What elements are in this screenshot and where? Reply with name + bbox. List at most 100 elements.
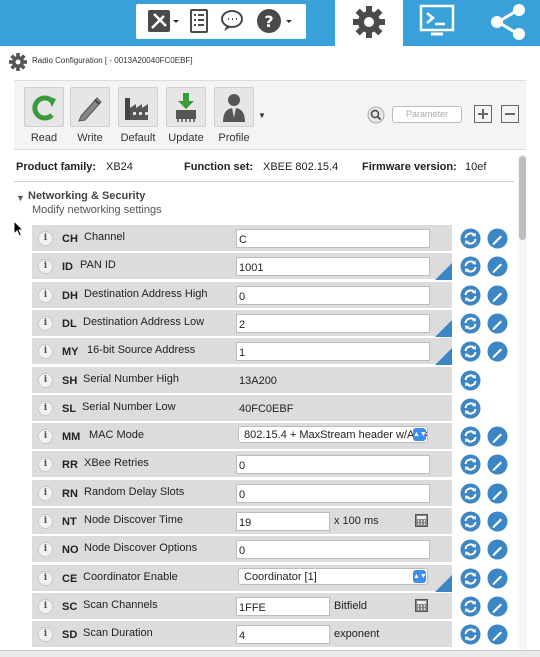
write-param-icon[interactable] — [487, 454, 508, 475]
write-param-icon[interactable] — [487, 624, 508, 645]
download-chip-icon — [166, 87, 206, 127]
param-row-no: i NO Node Discover Options 0 — [32, 536, 512, 564]
collapse-arrow-icon[interactable]: ▼ — [16, 193, 25, 203]
param-value-input[interactable]: 2 — [236, 313, 430, 333]
param-name-label: Node Discover Options — [84, 542, 198, 555]
param-name-label: Channel — [84, 231, 125, 243]
write-param-icon[interactable] — [487, 539, 508, 560]
firmware-version-label: Firmware version: — [362, 161, 457, 173]
param-row-rn: i RN Random Delay Slots 0 — [32, 479, 512, 507]
calculator-icon[interactable] — [415, 598, 428, 612]
list-document-icon[interactable] — [188, 8, 212, 35]
collapse-all-icon[interactable] — [501, 105, 519, 123]
read-param-icon[interactable] — [460, 313, 481, 334]
tab-network[interactable] — [470, 0, 540, 46]
param-unit-label: x 100 ms — [334, 515, 379, 527]
tools-menu-group: ? — [136, 4, 306, 39]
write-param-icon[interactable] — [487, 483, 508, 504]
section-networking-security[interactable]: ▼ Networking & Security Modify networkin… — [14, 190, 504, 220]
select-selected-value: 802.15.4 + MaxStream header w/ACKS [0] — [244, 429, 427, 442]
search-icon[interactable] — [367, 106, 385, 124]
write-button[interactable]: Write — [70, 87, 110, 147]
read-param-icon[interactable] — [460, 624, 481, 645]
info-icon[interactable]: i — [38, 429, 53, 445]
write-param-icon[interactable] — [487, 285, 508, 306]
calculator-icon[interactable] — [415, 514, 428, 527]
scrollbar-thumb[interactable] — [519, 156, 526, 240]
info-icon[interactable]: i — [38, 287, 53, 303]
write-param-icon[interactable] — [487, 568, 508, 589]
expand-all-icon[interactable] — [474, 105, 492, 123]
at-command-code: CE — [62, 572, 78, 585]
param-row-ce: i CE Coordinator Enable Coordinator [1] ▲▼ — [32, 564, 512, 592]
info-icon[interactable]: i — [38, 315, 53, 331]
write-param-icon[interactable] — [487, 426, 508, 447]
read-param-icon[interactable] — [460, 370, 481, 391]
param-name-label: Destination Address High — [84, 287, 208, 300]
chat-icon[interactable] — [220, 8, 250, 35]
read-param-icon[interactable] — [460, 398, 481, 419]
help-icon[interactable]: ? — [256, 8, 296, 35]
tools-icon[interactable] — [146, 8, 180, 35]
read-param-icon[interactable] — [460, 256, 481, 277]
read-param-icon[interactable] — [460, 511, 481, 532]
read-param-icon[interactable] — [460, 483, 481, 504]
param-name-label: Serial Number High — [83, 372, 179, 385]
info-icon[interactable]: i — [38, 372, 53, 388]
tab-consoles[interactable] — [404, 0, 470, 46]
param-value-input[interactable]: 4 — [236, 625, 330, 645]
write-param-icon[interactable] — [487, 228, 508, 249]
function-set-label: Function set: — [184, 161, 254, 173]
param-value-input[interactable]: 19 — [236, 512, 330, 531]
param-name-label: Scan Duration — [83, 627, 153, 640]
select-arrows-icon[interactable]: ▲▼ — [413, 428, 427, 442]
param-value-input[interactable]: 0 — [236, 455, 430, 475]
read-param-icon[interactable] — [460, 426, 481, 447]
param-name-label: PAN ID — [80, 259, 116, 272]
at-command-code: SL — [62, 402, 77, 415]
param-row-id: i ID PAN ID 1001 — [32, 253, 512, 281]
info-icon[interactable]: i — [38, 485, 53, 501]
read-param-icon[interactable] — [460, 568, 481, 589]
param-value-input[interactable]: 0 — [236, 540, 430, 560]
param-value-input[interactable]: 1 — [236, 342, 430, 362]
info-icon[interactable]: i — [38, 231, 53, 246]
param-value-select[interactable]: Coordinator [1] ▲▼ — [238, 567, 428, 585]
param-value-input[interactable]: 0 — [236, 285, 430, 305]
info-icon[interactable]: i — [38, 598, 53, 614]
select-arrows-icon[interactable]: ▲▼ — [413, 569, 427, 583]
update-button[interactable]: Update — [166, 87, 206, 147]
read-param-icon[interactable] — [460, 596, 481, 617]
at-command-code: DH — [62, 289, 78, 302]
write-param-icon[interactable] — [487, 256, 508, 277]
read-param-icon[interactable] — [460, 228, 481, 249]
param-value-input[interactable]: C — [236, 229, 430, 248]
param-name-label: XBee Retries — [84, 457, 149, 470]
write-param-icon[interactable] — [487, 341, 508, 362]
param-value-input[interactable]: 0 — [236, 483, 430, 503]
info-icon[interactable]: i — [38, 400, 53, 416]
param-value-readonly: 40FC0EBF — [239, 402, 294, 415]
param-value-select[interactable]: 802.15.4 + MaxStream header w/ACKS [0]▲▼ — [238, 426, 428, 444]
profile-dropdown-arrow-icon[interactable]: ▼ — [258, 111, 266, 120]
info-icon[interactable]: i — [38, 570, 53, 586]
read-param-icon[interactable] — [460, 539, 481, 560]
info-icon[interactable]: i — [38, 514, 53, 529]
profile-button[interactable]: Profile — [214, 87, 254, 147]
param-row-dh: i DH Destination Address High 0 — [32, 281, 512, 309]
top-header-bar: ? — [0, 0, 540, 46]
read-button[interactable]: Read — [24, 87, 64, 147]
tab-configuration[interactable] — [335, 0, 403, 46]
param-value-input[interactable]: 1FFE — [236, 596, 330, 616]
read-param-icon[interactable] — [460, 454, 481, 475]
default-button[interactable]: Default — [118, 87, 158, 147]
write-param-icon[interactable] — [487, 511, 508, 532]
parameter-search-input[interactable]: Parameter — [392, 106, 462, 123]
at-command-code: ID — [62, 261, 73, 274]
param-name-label: Coordinator Enable — [83, 570, 178, 583]
write-param-icon[interactable] — [487, 596, 508, 617]
read-param-icon[interactable] — [460, 285, 481, 306]
read-param-icon[interactable] — [460, 341, 481, 362]
param-value-input[interactable]: 1001 — [236, 257, 430, 277]
write-param-icon[interactable] — [487, 313, 508, 334]
